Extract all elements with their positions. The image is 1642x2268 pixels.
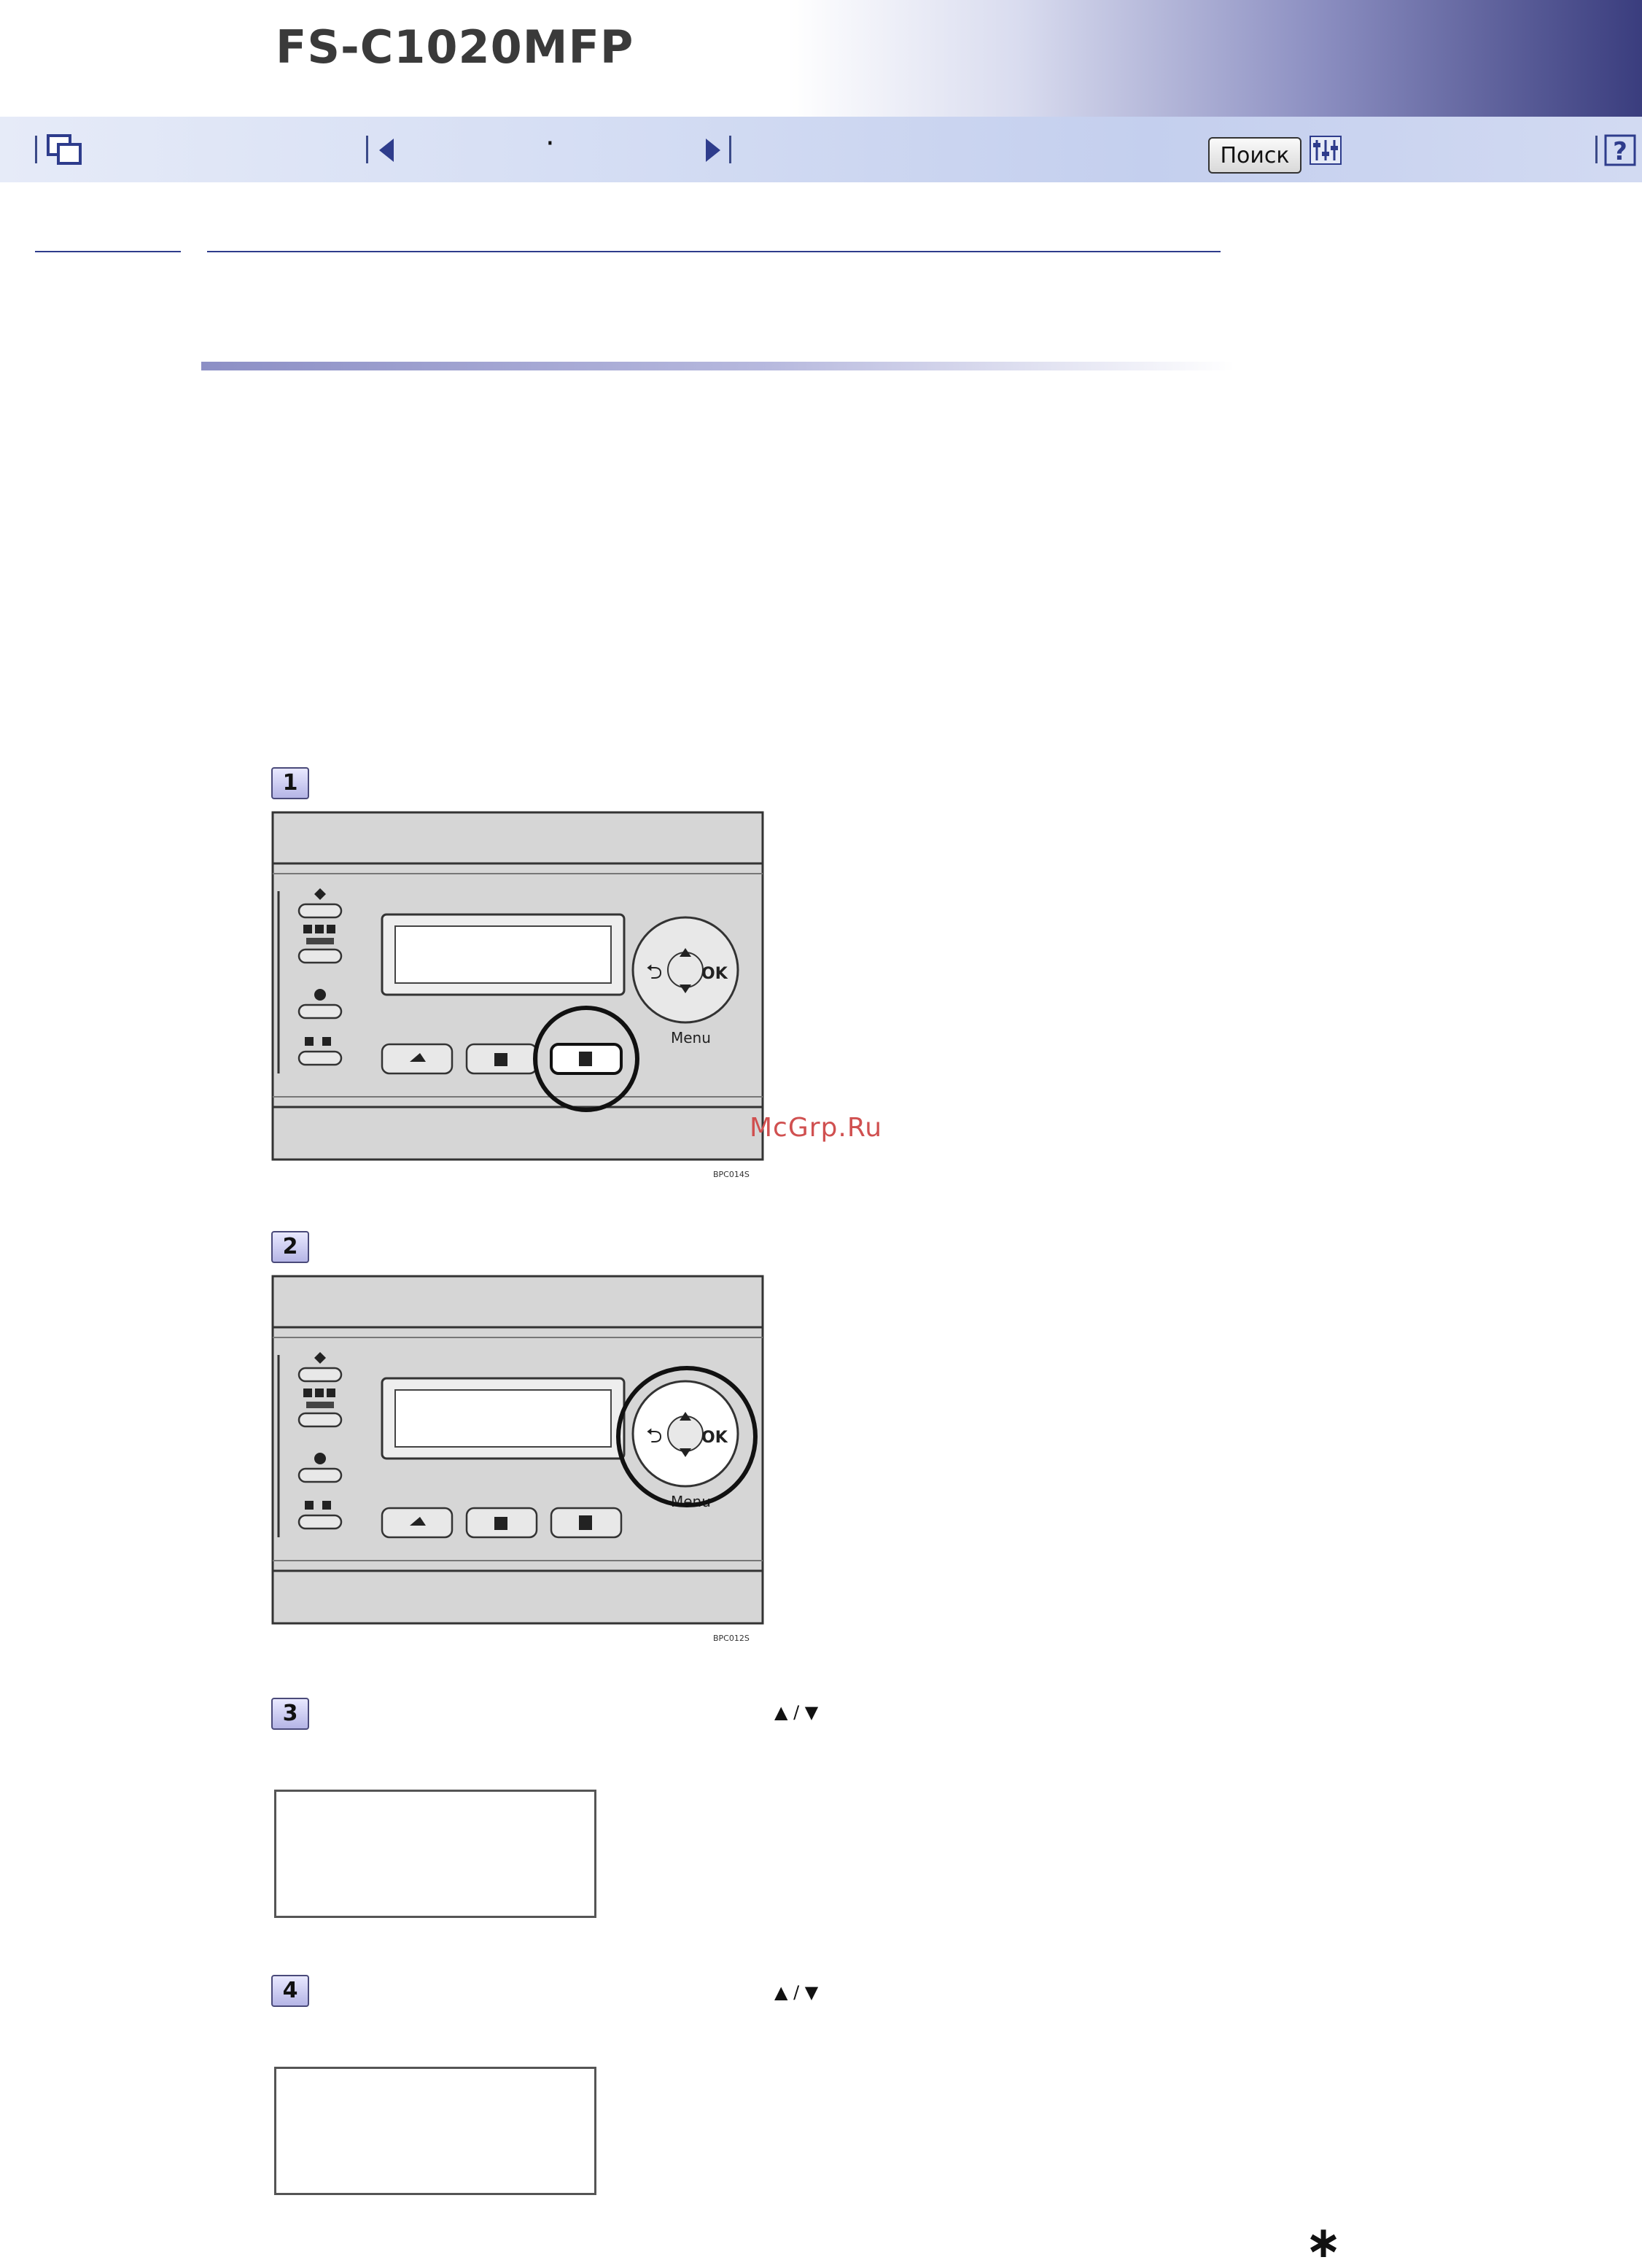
svg-text:OK: OK	[701, 1429, 728, 1447]
control-panel-illustration: ⮌ OK Menu	[271, 811, 764, 1161]
lcd-display-box	[274, 2067, 596, 2195]
section-title-bar	[201, 362, 1235, 370]
nav-separator	[729, 136, 731, 163]
step-number-badge: 4	[271, 1975, 309, 2007]
nav-separator	[366, 136, 368, 163]
breadcrumb-rule-long	[207, 251, 1221, 252]
previous-page-icon[interactable]	[375, 136, 397, 165]
nav-separator	[35, 136, 37, 163]
svg-text:⮌: ⮌	[646, 1424, 662, 1448]
watermark: McGrp.Ru	[750, 1113, 883, 1143]
lcd-display-box	[274, 1790, 596, 1918]
next-page-icon[interactable]	[703, 136, 725, 165]
page-header: FS-C1020MFP	[0, 0, 1642, 117]
copy-pages-icon[interactable]	[47, 134, 86, 166]
nav-separator	[1595, 136, 1598, 163]
page-indicator: ·	[545, 127, 555, 160]
search-button[interactable]: Поиск	[1208, 137, 1301, 174]
help-icon[interactable]: ?	[1604, 134, 1638, 166]
control-panel-illustration: ⮌ OK Menu	[271, 1275, 764, 1625]
step-number-badge: 2	[271, 1231, 309, 1263]
svg-text:⮌: ⮌	[646, 960, 662, 984]
breadcrumb-rule	[35, 251, 181, 252]
brand-title: FS-C1020MFP	[276, 20, 634, 74]
navigation-bar: · ?	[0, 117, 1642, 182]
figure-code: BPC012S	[713, 1634, 750, 1643]
footnote-mark: ∗	[1305, 2217, 1342, 2268]
ok-key-label: OK	[701, 965, 728, 983]
figure-code: BPC014S	[713, 1170, 750, 1179]
settings-icon[interactable]	[1310, 136, 1342, 165]
up-down-arrow-keys: ▲ / ▼	[774, 1702, 819, 1723]
step-number-badge: 1	[271, 767, 309, 799]
step-number-badge: 3	[271, 1698, 309, 1730]
svg-text:?: ?	[1613, 137, 1627, 166]
up-down-arrow-keys: ▲ / ▼	[774, 1982, 819, 2003]
menu-key-label: Menu	[671, 1029, 711, 1046]
